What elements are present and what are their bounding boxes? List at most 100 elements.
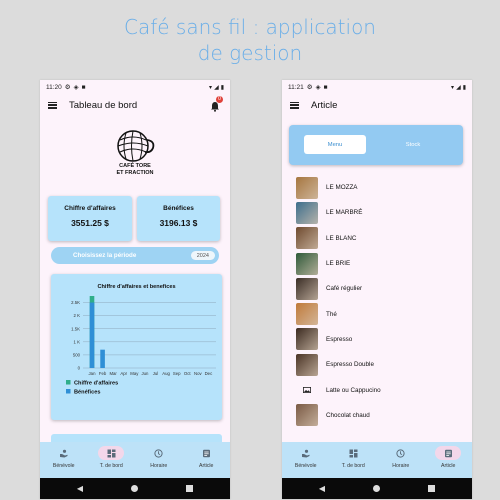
list-item[interactable]: Latte ou Cappucino <box>296 377 466 402</box>
x-tick-label: May <box>130 371 139 376</box>
nav-label: Bénévole <box>294 463 317 469</box>
nav-volunteer[interactable]: Bénévole <box>284 446 328 469</box>
nav-label: T. de bord <box>99 463 123 469</box>
item-label: LE MOZZA <box>326 184 358 192</box>
nav-label: T. de bord <box>341 463 365 469</box>
list-item[interactable]: Café régulier <box>296 276 466 301</box>
item-thumbnail <box>296 328 318 351</box>
nav-label: Article <box>441 463 456 469</box>
chart-title: Chiffre d'affaires et benefices <box>97 284 175 290</box>
list-item[interactable]: LE MARBRÉ <box>296 200 466 225</box>
back-icon[interactable]: ◀ <box>319 484 325 493</box>
list-item[interactable]: LE BLANC <box>296 226 466 251</box>
list-item[interactable]: Espresso <box>296 327 466 352</box>
battery-icon: ▮ <box>220 84 224 91</box>
item-thumbnail <box>296 303 318 326</box>
nav-dashboard[interactable]: T. de bord <box>331 446 375 469</box>
nav-label: Bénévole <box>52 463 75 469</box>
menu-icon[interactable] <box>48 101 57 109</box>
status-time: 11:20 <box>46 83 62 91</box>
legend-label: Chiffre d'affaires <box>74 381 118 387</box>
item-label: LE BLANC <box>326 234 357 242</box>
item-thumbnail <box>296 227 318 250</box>
nav-label: Horaire <box>150 463 168 469</box>
notification-badge: 0 <box>216 96 223 103</box>
settings-status-icon: ⚙ <box>306 84 313 91</box>
toggle-menu-button[interactable]: Menu <box>304 135 366 154</box>
x-tick-label: Jun <box>141 371 149 376</box>
signal-icon: ◢ <box>214 84 219 91</box>
clock-icon <box>388 446 414 460</box>
app-bar: Article <box>282 94 472 116</box>
page-title: Tableau de bord <box>69 99 138 111</box>
y-tick-label: 1.5K <box>71 326 80 331</box>
x-tick-label: Nov <box>194 371 202 376</box>
revenue-chart: Chiffre d'affaires et benefices 0 500 1 K 1.… <box>66 284 216 396</box>
item-thumbnail <box>296 404 318 427</box>
lock-status-icon: ■ <box>323 83 328 91</box>
nav-article[interactable]: Article <box>426 446 470 469</box>
nav-dashboard[interactable]: T. de bord <box>89 446 133 469</box>
nav-clock[interactable]: Horaire <box>379 446 423 469</box>
y-tick-label: 0 <box>78 366 81 371</box>
bar-profit <box>100 349 105 368</box>
item-thumbnail <box>296 201 318 224</box>
item-thumbnail <box>296 353 318 376</box>
phone-dashboard: 11:20 ⚙ ◈ ■ ▾ ◢ ▮ Tableau de bord 0 CAFÉ… <box>40 80 230 499</box>
volunteer-icon <box>51 446 77 460</box>
phone-articles: 11:21 ⚙ ◈ ■ ▾ ◢ ▮ Article Menu Stock LE … <box>282 80 472 499</box>
notification-bell-icon[interactable]: 0 <box>210 96 223 112</box>
legend-label: Bénéfices <box>74 390 100 396</box>
period-selector[interactable]: Choisissez la période 2024 <box>51 247 219 264</box>
list-item[interactable]: Espresso Double <box>296 352 466 377</box>
revenue-chart-card: Chiffre d'affaires et benefices 0 500 1 K 1.… <box>51 274 222 420</box>
kpi-profit-card: Bénéfices 3196.13 $ <box>137 196 220 241</box>
bottom-navigation: Bénévole T. de bord Horaire Article <box>40 442 230 478</box>
x-tick-label: Dec <box>205 371 213 376</box>
x-tick-label: Oct <box>184 371 191 376</box>
item-label: Espresso <box>326 335 353 343</box>
bar-profit <box>89 302 95 368</box>
list-item[interactable]: Thé <box>296 301 466 326</box>
recents-icon[interactable] <box>186 485 194 492</box>
nav-clock[interactable]: Horaire <box>137 446 181 469</box>
settings-status-icon: ⚙ <box>64 84 71 91</box>
clock-icon <box>146 446 172 460</box>
item-label: Café régulier <box>326 285 363 293</box>
y-tick-label: 1 K <box>74 339 81 344</box>
item-thumbnail <box>296 176 318 199</box>
recents-icon[interactable] <box>428 485 436 492</box>
y-tick-label: 500 <box>73 353 81 358</box>
back-icon[interactable]: ◀ <box>77 484 83 493</box>
period-year-chip[interactable]: 2024 <box>190 251 215 260</box>
headline-line-1: Café sans fil : application <box>124 15 376 39</box>
toggle-stock-button[interactable]: Stock <box>382 135 444 154</box>
home-icon[interactable] <box>131 485 139 492</box>
item-label: LE MARBRÉ <box>326 209 363 217</box>
period-label: Choisissez la période <box>73 252 137 259</box>
nav-label: Article <box>199 463 214 469</box>
nav-article[interactable]: Article <box>184 446 228 469</box>
signal-icon: ◢ <box>456 84 461 91</box>
legend-swatch <box>66 389 71 394</box>
item-label: Chocolat chaud <box>326 411 370 419</box>
page-headline: Café sans fil : application de gestion <box>0 14 500 66</box>
item-label: Espresso Double <box>326 361 374 369</box>
item-label: Thé <box>326 310 337 318</box>
y-tick-label: 2.5K <box>71 300 80 305</box>
list-item[interactable]: LE BRIE <box>296 251 466 276</box>
kpi-revenue-label: Chiffre d'affaires <box>64 205 116 212</box>
kpi-revenue-card: Chiffre d'affaires 3551.25 $ <box>48 196 132 241</box>
nav-volunteer[interactable]: Bénévole <box>42 446 86 469</box>
x-tick-label: Feb <box>99 371 107 376</box>
list-item[interactable]: LE MOZZA <box>296 175 466 200</box>
home-icon[interactable] <box>373 485 381 492</box>
item-thumbnail <box>296 277 318 300</box>
item-label: LE BRIE <box>326 260 351 268</box>
system-navigation: ◀ <box>282 478 472 499</box>
x-tick-label: Jul <box>153 371 159 376</box>
article-icon <box>193 446 219 460</box>
menu-icon[interactable] <box>290 101 299 109</box>
x-tick-label: Mar <box>109 371 117 376</box>
list-item[interactable]: Chocolat chaud <box>296 403 466 428</box>
